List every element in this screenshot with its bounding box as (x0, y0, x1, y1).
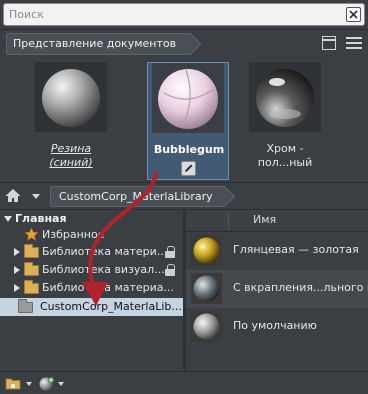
material-name: С вкрапления...льного цв (233, 281, 368, 294)
list-item[interactable]: Глянцевая — золотая (186, 232, 368, 270)
list-header: Имя (186, 210, 368, 232)
folder-icon (18, 299, 33, 313)
material-name: По умолчанию (233, 319, 317, 332)
folder-icon (24, 280, 39, 294)
list-item[interactable]: По умолчанию (186, 308, 368, 346)
tree-item-customcorp-library[interactable]: CustomCorp_MaterlaLib... (0, 298, 183, 316)
library-folder-icon[interactable] (5, 376, 23, 394)
expand-icon[interactable] (14, 248, 20, 256)
tree-item-library-3[interactable]: Библиотека материа... (0, 279, 183, 297)
edit-material-icon[interactable] (181, 161, 196, 176)
create-material-icon[interactable] (38, 376, 55, 394)
material-swatch (191, 235, 222, 266)
thumbnail-view-icon[interactable] (322, 36, 336, 50)
home-icon[interactable] (4, 187, 22, 207)
document-view-breadcrumb[interactable]: Представление документов (6, 33, 192, 55)
star-icon (24, 227, 39, 244)
document-view-bar: Представление документов (0, 30, 368, 58)
search-input[interactable] (9, 6, 339, 23)
material-swatch (191, 311, 222, 342)
lock-icon (165, 264, 175, 276)
material-name: Глянцевая — золотая (233, 243, 359, 256)
chevron-down-icon[interactable] (58, 382, 64, 386)
expand-icon[interactable] (4, 216, 12, 222)
material-bubblegum[interactable]: Bubblegum (147, 62, 229, 180)
material-name: Bubblegum (153, 143, 225, 156)
chevron-down-icon[interactable] (26, 382, 32, 386)
tree-item-favorites[interactable]: Избранное (0, 226, 183, 244)
material-swatch (152, 63, 224, 133)
clear-search-icon[interactable] (346, 7, 361, 22)
material-chrome-polished[interactable]: Хром - пол...ный (244, 62, 326, 180)
list-item[interactable]: С вкрапления...льного цв (186, 270, 368, 308)
folder-icon (24, 244, 39, 258)
column-name[interactable]: Имя (253, 213, 276, 226)
document-materials: Резина (синий) Bubblegum Хром - пол...ны… (0, 58, 368, 182)
tree-item-library-2[interactable]: Библиотека визуал... (0, 261, 183, 279)
material-swatch (249, 62, 321, 132)
search-box[interactable] (3, 3, 365, 26)
material-list: Имя Глянцевая — золотая С вкрапления...л… (186, 210, 368, 370)
library-tree: Главная Избранное Библиотека матери... Б… (0, 210, 183, 368)
chevron-down-icon[interactable] (32, 194, 40, 199)
expand-icon[interactable] (14, 284, 20, 292)
material-name: Резина (синий) (49, 142, 93, 169)
expand-icon[interactable] (14, 266, 20, 274)
list-view-icon[interactable] (346, 36, 362, 50)
folder-icon (24, 262, 39, 276)
material-swatch (35, 62, 107, 132)
material-name: Хром - пол...ный (257, 142, 313, 169)
bottom-toolbar (0, 371, 368, 394)
material-rubber-blue[interactable]: Резина (синий) (30, 62, 112, 180)
tree-item-library-1[interactable]: Библиотека матери... (0, 243, 183, 261)
library-breadcrumb[interactable]: CustomCorp_MaterlaLibrary (50, 186, 226, 207)
material-swatch (191, 273, 222, 304)
lock-icon (165, 246, 175, 258)
library-bar: CustomCorp_MaterlaLibrary (0, 183, 368, 209)
